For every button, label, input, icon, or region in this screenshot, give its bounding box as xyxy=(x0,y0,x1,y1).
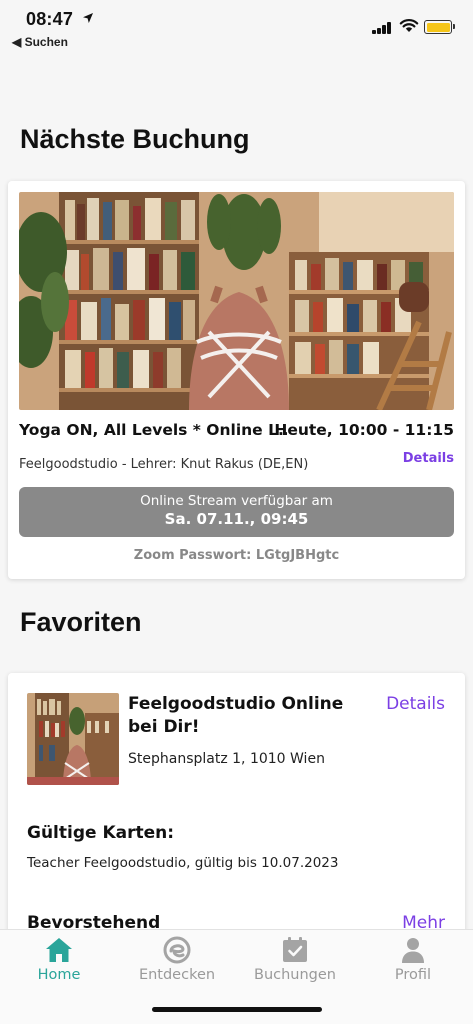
class-time: Heute, 10:00 - 11:15 xyxy=(274,421,454,439)
home-indicator[interactable] xyxy=(152,1007,322,1012)
tab-home[interactable]: Home xyxy=(0,930,118,994)
favorites-heading: Favoriten xyxy=(20,607,142,637)
wifi-icon xyxy=(399,19,419,32)
valid-cards-heading: Gültige Karten: xyxy=(27,823,175,843)
booking-details-link[interactable]: Details xyxy=(403,451,454,466)
person-icon xyxy=(402,938,424,963)
next-booking-card[interactable]: Yoga ON, All Levels * Online L... Heute,… xyxy=(8,181,465,579)
tab-label-profile: Profil xyxy=(394,967,432,983)
back-to-app-link[interactable]: ◀ Suchen xyxy=(12,35,68,49)
tab-discover[interactable]: Entdecken xyxy=(118,930,236,994)
tab-profile[interactable]: Profil xyxy=(354,930,472,994)
battery-icon xyxy=(424,20,455,34)
valid-card-item: Teacher Feelgoodstudio, gültig bis 10.07… xyxy=(27,855,339,871)
online-stream-button[interactable]: Online Stream verfügbar am Sa. 07.11., 0… xyxy=(19,487,454,537)
status-bar: 08:47 ◀ Suchen xyxy=(0,0,473,56)
tab-bookings[interactable]: Buchungen xyxy=(236,930,354,994)
cellular-signal-icon xyxy=(372,22,394,34)
stream-availability-label: Online Stream verfügbar am xyxy=(140,493,333,509)
zoom-password: Zoom Passwort: LGtgJBHgtc xyxy=(133,548,340,563)
studio-address: Stephansplatz 1, 1010 Wien xyxy=(128,751,325,767)
studio-thumbnail xyxy=(27,693,119,785)
tab-label-discover: Entdecken xyxy=(138,967,216,983)
studio-teacher: Feelgoodstudio - Lehrer: Knut Rakus (DE,… xyxy=(19,457,309,472)
favorite-studio-name: Feelgoodstudio Online bei Dir! xyxy=(128,694,344,737)
next-booking-heading: Nächste Buchung xyxy=(20,124,250,154)
home-icon xyxy=(46,938,72,962)
stream-availability-date: Sa. 07.11., 09:45 xyxy=(164,510,309,528)
discover-icon xyxy=(163,936,191,964)
class-image xyxy=(19,192,454,410)
favorite-studio-card[interactable]: Feelgoodstudio Online bei Dir! Details S… xyxy=(8,673,465,963)
status-time: 08:47 xyxy=(26,9,74,29)
calendar-check-icon xyxy=(283,937,307,962)
class-title: Yoga ON, All Levels * Online L... xyxy=(19,421,287,439)
location-arrow-icon xyxy=(83,13,93,23)
favorite-details-link[interactable]: Details xyxy=(386,694,445,714)
tab-label-home: Home xyxy=(37,967,81,983)
tab-label-bookings: Buchungen xyxy=(254,967,336,983)
